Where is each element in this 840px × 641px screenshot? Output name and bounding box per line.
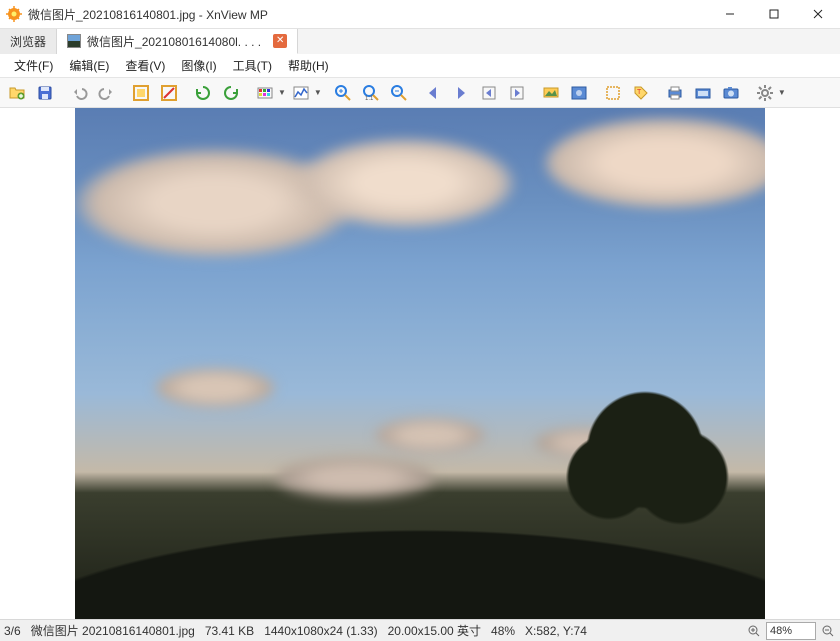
zoom-100-button[interactable]: 1:1 — [358, 80, 384, 106]
tab-browser[interactable]: 浏览器 — [0, 29, 57, 54]
title-bar: 微信图片_20210816140801.jpg - XnView MP — [0, 0, 840, 28]
scan-button[interactable] — [690, 80, 716, 106]
tag-button[interactable]: T — [628, 80, 654, 106]
print-button[interactable] — [662, 80, 688, 106]
tab-thumb-icon — [67, 34, 81, 48]
status-filename: 微信图片 20210816140801.jpg — [31, 622, 195, 639]
dropdown-icon[interactable]: ▼ — [278, 88, 286, 97]
toolbar: ▼ ▼ 1:1 T ▼ — [0, 78, 840, 108]
close-button[interactable] — [796, 0, 840, 28]
zoom-control: 48% — [746, 622, 836, 640]
menu-edit[interactable]: 编辑(E) — [61, 54, 117, 77]
dropdown-icon[interactable]: ▼ — [778, 88, 786, 97]
zoom-input[interactable]: 48% — [766, 622, 816, 640]
app-icon — [6, 6, 22, 22]
no-fit-button[interactable] — [156, 80, 182, 106]
menu-image[interactable]: 图像(I) — [173, 54, 224, 77]
palette-button[interactable] — [252, 80, 278, 106]
status-dims: 1440x1080x24 (1.33) — [264, 624, 377, 638]
menu-tools[interactable]: 工具(T) — [225, 54, 280, 77]
fit-window-button[interactable] — [128, 80, 154, 106]
redo-button[interactable] — [94, 80, 120, 106]
status-pos: X:582, Y:74 — [525, 624, 587, 638]
maximize-button[interactable] — [752, 0, 796, 28]
next-button[interactable] — [448, 80, 474, 106]
menu-file[interactable]: 文件(F) — [6, 54, 61, 77]
tab-strip: 浏览器 微信图片_20210801614080l. . . . ✕ — [0, 28, 840, 54]
rotate-cw-button[interactable] — [218, 80, 244, 106]
tab-image[interactable]: 微信图片_20210801614080l. . . . ✕ — [57, 29, 298, 54]
menu-view[interactable]: 查看(V) — [117, 54, 173, 77]
zoom-in-button[interactable] — [330, 80, 356, 106]
minimize-button[interactable] — [708, 0, 752, 28]
tab-close-icon[interactable]: ✕ — [273, 34, 287, 48]
menu-help[interactable]: 帮助(H) — [280, 54, 337, 77]
window-title: 微信图片_20210816140801.jpg - XnView MP — [28, 6, 708, 23]
tab-label: 微信图片_20210801614080l. . . . — [87, 33, 261, 50]
prev-button[interactable] — [420, 80, 446, 106]
rotate-ccw-button[interactable] — [190, 80, 216, 106]
slideshow-button[interactable] — [538, 80, 564, 106]
svg-text:T: T — [637, 89, 642, 96]
select-all-button[interactable] — [600, 80, 626, 106]
zoom-out-button[interactable] — [386, 80, 412, 106]
status-physical: 20.00x15.00 英寸 — [388, 622, 481, 639]
status-size: 73.41 KB — [205, 624, 254, 638]
settings-button[interactable] — [752, 80, 778, 106]
svg-text:1:1: 1:1 — [365, 96, 374, 102]
camera-button[interactable] — [718, 80, 744, 106]
save-button[interactable] — [32, 80, 58, 106]
zoom-in-small-button[interactable] — [746, 623, 762, 639]
new-folder-button[interactable] — [4, 80, 30, 106]
first-button[interactable] — [476, 80, 502, 106]
displayed-image — [75, 108, 765, 619]
zoom-out-small-button[interactable] — [820, 623, 836, 639]
undo-button[interactable] — [66, 80, 92, 106]
image-canvas[interactable] — [0, 108, 840, 619]
status-index: 3/6 — [4, 624, 21, 638]
levels-button[interactable] — [288, 80, 314, 106]
menu-bar: 文件(F) 编辑(E) 查看(V) 图像(I) 工具(T) 帮助(H) — [0, 54, 840, 78]
fullscreen-button[interactable] — [566, 80, 592, 106]
last-button[interactable] — [504, 80, 530, 106]
status-bar: 3/6 微信图片 20210816140801.jpg 73.41 KB 144… — [0, 619, 840, 641]
tab-label: 浏览器 — [10, 33, 46, 50]
status-zoom: 48% — [491, 624, 515, 638]
dropdown-icon[interactable]: ▼ — [314, 88, 322, 97]
